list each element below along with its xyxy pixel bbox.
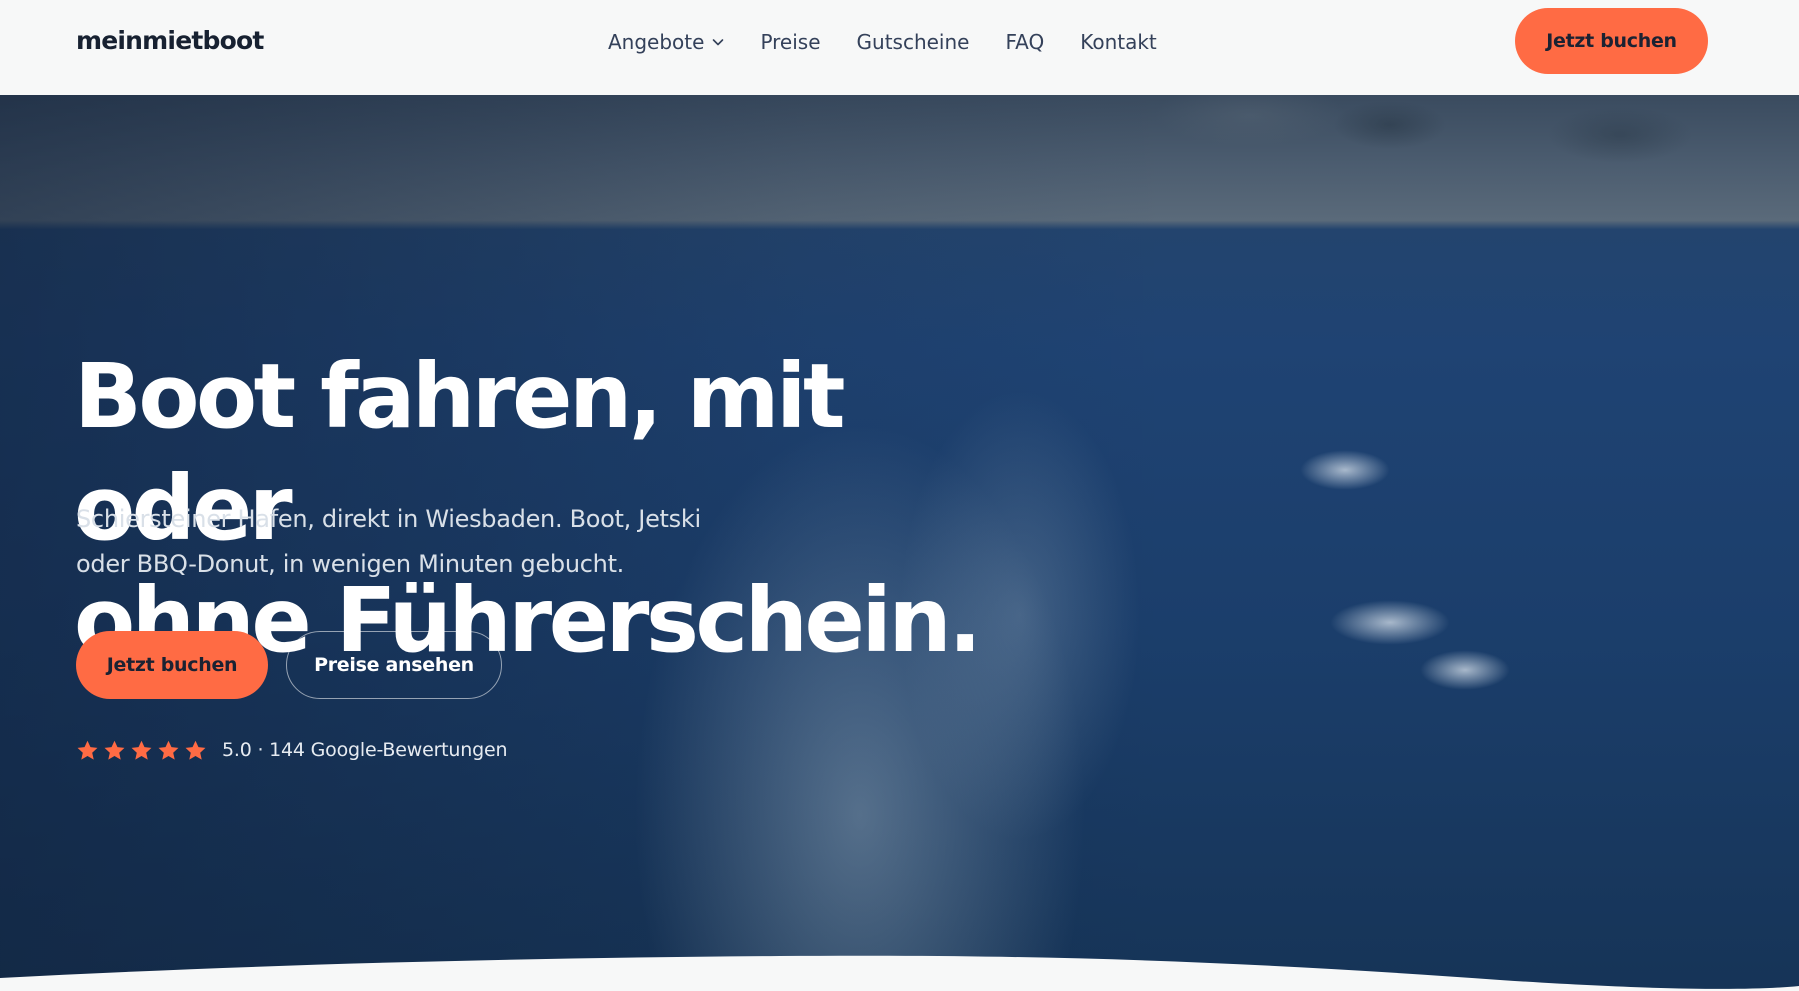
star-icon (131, 740, 152, 760)
google-rating: 5.0 · 144 Google-Bewertungen (76, 737, 508, 763)
star-icon (104, 740, 125, 760)
nav-item-label: Angebote (608, 30, 705, 54)
nav-item-kontakt[interactable]: Kontakt (1080, 30, 1157, 54)
nav-item-preise[interactable]: Preise (760, 30, 820, 54)
hero-sky (0, 95, 1799, 235)
rating-stars (76, 739, 211, 762)
nav-item-label: Gutscheine (856, 30, 970, 54)
nav-item-label: Preise (760, 30, 821, 54)
foam-patch (1420, 650, 1510, 690)
hero-subtitle: Schiersteiner Hafen, direkt in Wiesbaden… (76, 497, 736, 587)
nav-item-label: Kontakt (1080, 30, 1157, 54)
nav-item-label: FAQ (1005, 30, 1045, 54)
foam-patch (1330, 600, 1450, 645)
nav-item-faq[interactable]: FAQ (1005, 30, 1044, 54)
main-nav: Angebote Preise Gutscheine FAQ Kontakt (608, 28, 1157, 56)
hero-book-button[interactable]: Jetzt buchen (76, 631, 268, 699)
chevron-down-icon (713, 39, 724, 46)
rating-text: 5.0 · 144 Google-Bewertungen (222, 739, 508, 761)
star-icon (185, 740, 206, 760)
star-icon (77, 740, 98, 760)
logo[interactable]: meinmietboot (76, 26, 264, 55)
view-prices-button[interactable]: Preise ansehen (286, 631, 502, 699)
foam-patch (1300, 450, 1390, 490)
nav-item-gutscheine[interactable]: Gutscheine (857, 30, 970, 54)
nav-item-angebote[interactable]: Angebote (608, 30, 724, 54)
wave-divider (0, 955, 1799, 991)
hero-subtitle-line: oder BBQ-Donut, in wenigen Minuten gebuc… (76, 550, 625, 578)
site-header: meinmietboot Angebote Preise Gutscheine … (0, 0, 1799, 95)
hero-subtitle-line: Schiersteiner Hafen, direkt in Wiesbaden… (76, 505, 701, 533)
star-icon (158, 740, 179, 760)
header-book-button[interactable]: Jetzt buchen (1515, 8, 1708, 74)
